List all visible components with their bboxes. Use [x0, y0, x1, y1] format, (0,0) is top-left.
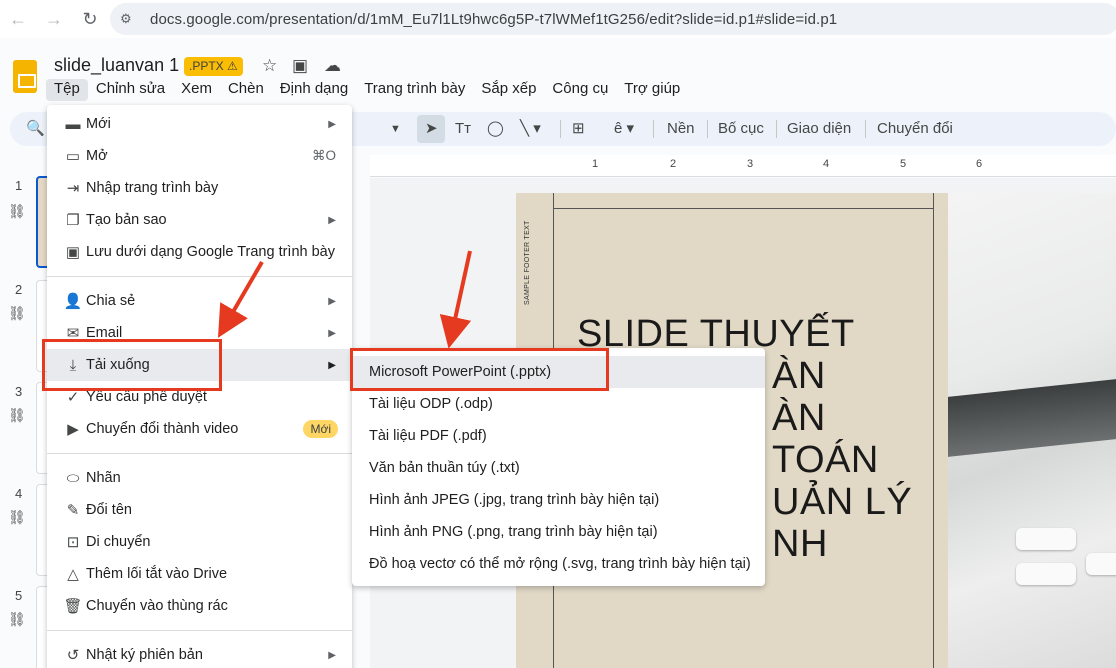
arrow-to-download: [217, 260, 264, 338]
arrow-to-pptx: [439, 250, 472, 349]
annotation-arrows: [217, 250, 472, 349]
